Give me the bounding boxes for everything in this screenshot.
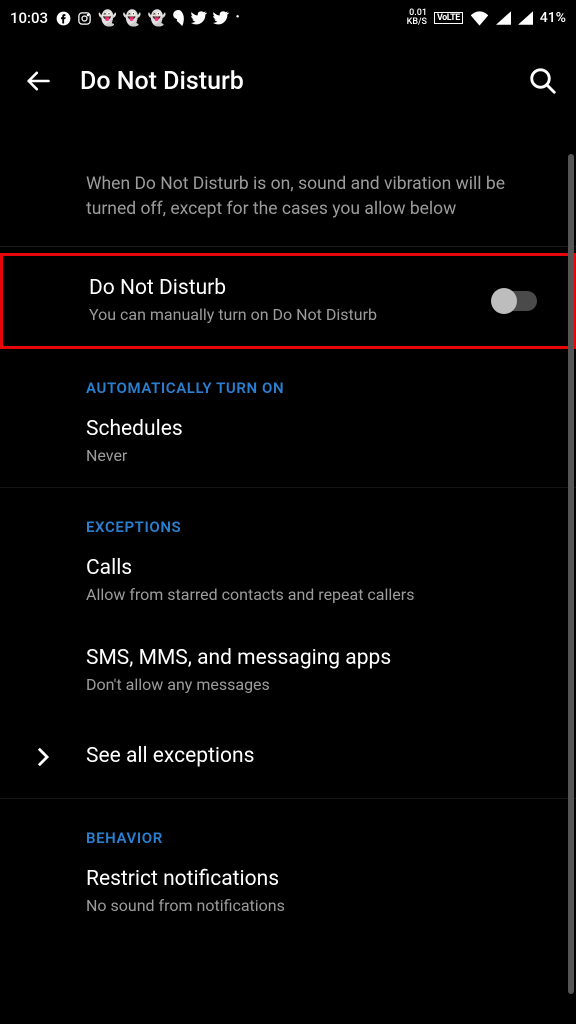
section-exceptions: EXCEPTIONS xyxy=(0,488,576,536)
data-speed: 0.01 KB/S xyxy=(407,9,427,27)
instagram-icon xyxy=(77,11,92,26)
dnd-toggle-subtitle: You can manually turn on Do Not Disturb xyxy=(89,304,543,326)
facebook-icon xyxy=(56,11,71,26)
twitter-icon xyxy=(213,11,229,25)
settings-list: When Do Not Disturb is on, sound and vib… xyxy=(0,150,576,1024)
twitter-icon xyxy=(191,11,207,25)
dnd-toggle-switch[interactable] xyxy=(493,291,537,311)
dnd-toggle-row[interactable]: Do Not Disturb You can manually turn on … xyxy=(0,253,576,349)
back-icon[interactable] xyxy=(24,67,52,95)
more-icon: · xyxy=(235,13,240,23)
schedules-row[interactable]: Schedules Never xyxy=(0,397,576,488)
volte-badge: VoLTE xyxy=(434,12,463,24)
section-auto: AUTOMATICALLY TURN ON xyxy=(0,349,576,397)
snapchat-icon: 👻 xyxy=(123,9,142,27)
chevron-right-icon xyxy=(36,746,50,768)
section-behavior: BEHAVIOR xyxy=(0,799,576,847)
app-bar: Do Not Disturb xyxy=(0,36,576,126)
page-title: Do Not Disturb xyxy=(80,67,528,96)
signal-icon xyxy=(518,11,533,25)
calls-row[interactable]: Calls Allow from starred contacts and re… xyxy=(0,536,576,626)
snapchat-icon: 👻 xyxy=(98,9,117,27)
restrict-title: Restrict notifications xyxy=(86,865,546,893)
status-time: 10:03 xyxy=(10,9,48,27)
status-bar: 10:03 👻 👻 👻 · 0.01 KB/S VoLTE 41% xyxy=(0,0,576,36)
scrollbar[interactable] xyxy=(568,154,574,994)
schedules-subtitle: Never xyxy=(86,445,546,467)
calls-title: Calls xyxy=(86,554,546,582)
schedules-title: Schedules xyxy=(86,415,546,443)
see-all-exceptions-row[interactable]: See all exceptions xyxy=(0,716,576,799)
restrict-subtitle: No sound from notifications xyxy=(86,895,546,917)
see-all-title: See all exceptions xyxy=(86,742,546,770)
dnd-toggle-title: Do Not Disturb xyxy=(89,274,543,302)
status-app-icons: 👻 👻 👻 · xyxy=(56,9,240,27)
signal-icon xyxy=(496,11,511,25)
sms-row[interactable]: SMS, MMS, and messaging apps Don't allow… xyxy=(0,626,576,716)
dnd-description: When Do Not Disturb is on, sound and vib… xyxy=(0,150,576,247)
search-icon[interactable] xyxy=(528,66,558,96)
calls-subtitle: Allow from starred contacts and repeat c… xyxy=(86,584,546,606)
swiggy-icon xyxy=(172,10,185,26)
battery-percent: 41% xyxy=(540,10,566,26)
snapchat-icon: 👻 xyxy=(147,9,166,27)
sms-subtitle: Don't allow any messages xyxy=(86,674,546,696)
sms-title: SMS, MMS, and messaging apps xyxy=(86,644,546,672)
restrict-row[interactable]: Restrict notifications No sound from not… xyxy=(0,847,576,937)
wifi-icon xyxy=(470,11,489,26)
